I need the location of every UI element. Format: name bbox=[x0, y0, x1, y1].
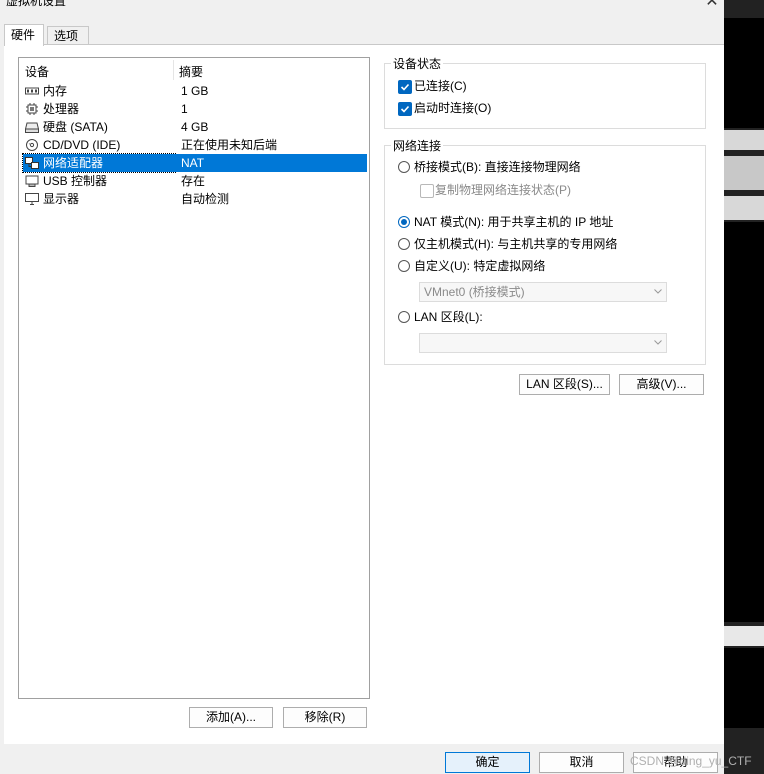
custom-radio[interactable] bbox=[398, 260, 410, 272]
chevron-down-icon bbox=[654, 340, 662, 345]
watermark: CSDN @ding_yu_CTF bbox=[630, 754, 752, 768]
lan-segment-radio[interactable] bbox=[398, 311, 410, 323]
background-window bbox=[724, 0, 764, 774]
host-only-radio[interactable] bbox=[398, 238, 410, 250]
nat-radio[interactable] bbox=[398, 216, 410, 228]
remove-device-button[interactable]: 移除(R) bbox=[283, 707, 367, 728]
tab-options[interactable]: 选项 bbox=[47, 26, 89, 45]
device-summary: NAT bbox=[175, 154, 367, 172]
checkmark-icon bbox=[400, 105, 410, 113]
device-row-memory[interactable]: 内存 1 GB bbox=[21, 82, 367, 100]
device-row-processor[interactable]: 处理器 1 bbox=[21, 100, 367, 118]
bridged-radio[interactable] bbox=[398, 161, 410, 173]
custom-network-value: VMnet0 (桥接模式) bbox=[424, 285, 525, 299]
connected-checkbox[interactable] bbox=[398, 80, 412, 94]
lan-segment-select[interactable] bbox=[419, 333, 667, 353]
network-connection-legend: 网络连接 bbox=[391, 137, 444, 154]
device-row-cd-dvd[interactable]: CD/DVD (IDE) 正在使用未知后端 bbox=[21, 136, 367, 154]
device-name: CD/DVD (IDE) bbox=[43, 138, 121, 152]
lan-segment-label[interactable]: LAN 区段(L): bbox=[414, 309, 483, 325]
device-name: 硬盘 (SATA) bbox=[43, 120, 108, 134]
chevron-down-icon bbox=[654, 289, 662, 294]
title-bar: 虚拟机设置 ✕ bbox=[0, 0, 724, 22]
connected-label[interactable]: 已连接(C) bbox=[414, 78, 467, 94]
custom-label[interactable]: 自定义(U): 特定虚拟网络 bbox=[414, 258, 545, 274]
device-list[interactable]: 设备 摘要 内存 1 GB 处理器 1 硬盘 (SATA) 4 GB CD/DV… bbox=[18, 57, 370, 699]
device-status-legend: 设备状态 bbox=[391, 55, 444, 72]
tab-hardware[interactable]: 硬件 bbox=[4, 24, 44, 46]
column-divider[interactable] bbox=[173, 60, 174, 80]
cd-dvd-icon bbox=[26, 139, 38, 151]
device-summary: 正在使用未知后端 bbox=[181, 138, 278, 152]
connect-at-power-on-checkbox[interactable] bbox=[398, 102, 412, 116]
device-name: 处理器 bbox=[43, 102, 80, 116]
device-name: 显示器 bbox=[43, 192, 80, 206]
device-row-usb[interactable]: USB 控制器 存在 bbox=[21, 172, 367, 190]
ok-button[interactable]: 确定 bbox=[445, 752, 530, 773]
replicate-state-label[interactable]: 复制物理网络连接状态(P) bbox=[435, 182, 571, 198]
network-adapter-icon bbox=[25, 157, 39, 169]
column-header-summary[interactable]: 摘要 bbox=[179, 63, 203, 79]
device-summary: 自动检测 bbox=[181, 192, 230, 206]
cpu-icon bbox=[26, 103, 38, 115]
host-only-label[interactable]: 仅主机模式(H): 与主机共享的专用网络 bbox=[414, 236, 617, 252]
harddisk-icon bbox=[25, 122, 39, 133]
window-title: 虚拟机设置 bbox=[6, 0, 67, 8]
device-status-group: 设备状态 bbox=[384, 55, 706, 129]
bridged-label[interactable]: 桥接模式(B): 直接连接物理网络 bbox=[414, 159, 581, 175]
connect-at-power-on-label[interactable]: 启动时连接(O) bbox=[414, 100, 491, 116]
device-summary: 存在 bbox=[181, 174, 206, 188]
checkmark-icon bbox=[400, 83, 410, 91]
advanced-button[interactable]: 高级(V)... bbox=[619, 374, 704, 395]
device-name: 网络适配器 bbox=[43, 156, 104, 170]
display-icon bbox=[25, 193, 39, 205]
close-icon[interactable]: ✕ bbox=[704, 0, 720, 10]
custom-network-select[interactable]: VMnet0 (桥接模式) bbox=[419, 282, 667, 302]
usb-icon bbox=[25, 175, 39, 187]
device-row-display[interactable]: 显示器 自动检测 bbox=[21, 190, 367, 208]
replicate-state-checkbox[interactable] bbox=[420, 184, 434, 198]
column-header-device[interactable]: 设备 bbox=[25, 63, 49, 79]
memory-icon bbox=[25, 87, 39, 95]
device-summary: 1 GB bbox=[181, 84, 209, 98]
nat-label[interactable]: NAT 模式(N): 用于共享主机的 IP 地址 bbox=[414, 214, 613, 230]
device-row-network-adapter[interactable]: 网络适配器 NAT bbox=[21, 153, 367, 173]
device-summary: 1 bbox=[181, 102, 188, 116]
device-row-harddisk[interactable]: 硬盘 (SATA) 4 GB bbox=[21, 118, 367, 136]
add-device-button[interactable]: 添加(A)... bbox=[189, 707, 273, 728]
cancel-button[interactable]: 取消 bbox=[539, 752, 624, 773]
device-name: 内存 bbox=[43, 84, 68, 98]
device-name: USB 控制器 bbox=[43, 174, 108, 188]
lan-segments-button[interactable]: LAN 区段(S)... bbox=[519, 374, 610, 395]
device-summary: 4 GB bbox=[181, 120, 209, 134]
network-connection-group: 网络连接 bbox=[384, 137, 706, 365]
